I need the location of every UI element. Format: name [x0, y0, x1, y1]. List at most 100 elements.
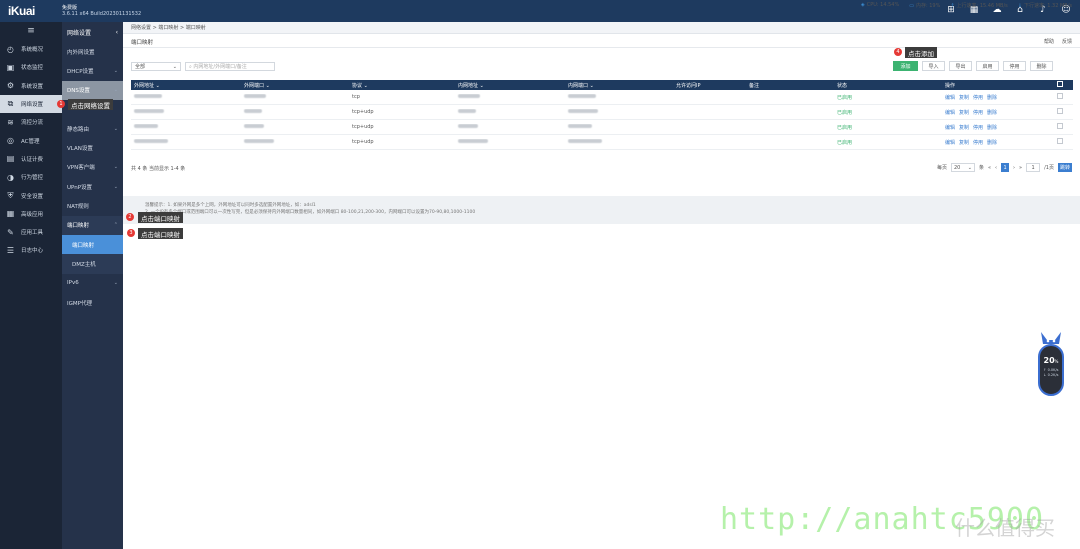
subnav-item-6[interactable]: VPN客户端 ⌄: [62, 158, 123, 177]
sidebar-item-4[interactable]: ≋ 流控分流: [0, 113, 62, 131]
chevron-icon: ⌄: [113, 67, 118, 74]
first-page-icon[interactable]: «: [988, 165, 991, 171]
sidebar-item-1[interactable]: ▣ 状态监控: [0, 58, 62, 76]
row-checkbox[interactable]: [1057, 108, 1063, 114]
sort-chevron-icon: ⌄: [154, 82, 160, 89]
prev-page-icon[interactable]: ‹: [995, 165, 997, 171]
subnav-item-4[interactable]: 静态路由 ⌄: [62, 119, 123, 138]
column-header-0[interactable]: 外网地址 ⌄: [131, 82, 241, 89]
next-page-icon[interactable]: ›: [1013, 165, 1015, 171]
subnav-item-label: 端口映射: [67, 223, 90, 230]
subnav-item-9[interactable]: 端口映射 ⌃: [62, 215, 123, 235]
disable-link[interactable]: 停用: [973, 124, 983, 131]
delete-link[interactable]: 删除: [987, 139, 997, 146]
sidebar-item-11[interactable]: ☰ 日志中心: [0, 241, 62, 259]
shield-icon: ⛨: [7, 190, 14, 200]
menu-collapse-icon[interactable]: ≡: [0, 22, 62, 40]
disable-link[interactable]: 停用: [973, 139, 983, 146]
annotation-callout-3: 点击端口映射: [138, 228, 183, 239]
arrow-down-icon: ↓: [1017, 3, 1022, 9]
delete-link[interactable]: 删除: [987, 124, 997, 131]
table-row[interactable]: tcp+udp 已启用 编辑 复制 停用 删除: [131, 135, 1073, 150]
filter-select[interactable]: 全部 ⌄: [131, 62, 181, 71]
subnav-item-label: VLAN设置: [67, 146, 93, 153]
sidebar-item-3[interactable]: ⧉ 网络设置: [0, 94, 62, 114]
export-button[interactable]: 导出: [949, 61, 972, 71]
table-row[interactable]: tcp 已启用 编辑 复制 停用 删除: [131, 90, 1073, 105]
redacted-cell: [455, 139, 565, 145]
subnav-item-label: 静态路由: [67, 126, 90, 133]
subnav-item-13[interactable]: IGMP代理: [62, 293, 123, 312]
disable-link[interactable]: 停用: [973, 109, 983, 116]
copy-link[interactable]: 复制: [959, 109, 969, 116]
subnav-item-7[interactable]: UPnP设置 ⌄: [62, 177, 123, 196]
column-header-2[interactable]: 协议 ⌄: [349, 82, 455, 89]
redacted-cell: [241, 124, 349, 130]
copy-link[interactable]: 复制: [959, 139, 969, 146]
sidebar-item-10[interactable]: ✎ 应用工具: [0, 223, 62, 241]
per-page-select[interactable]: 20 ⌄: [950, 163, 975, 172]
delete-link[interactable]: 删除: [987, 109, 997, 116]
copy-link[interactable]: 复制: [959, 94, 969, 101]
sidebar-item-7[interactable]: ◑ 行为管控: [0, 168, 62, 186]
sidebar-item-0[interactable]: ◴ 系统概况: [0, 40, 62, 58]
column-header-5[interactable]: 允许访问IP: [673, 82, 746, 89]
subnav-item-11[interactable]: DMZ主机: [62, 254, 123, 274]
last-page-icon[interactable]: »: [1019, 165, 1022, 171]
redacted-cell: [455, 124, 565, 130]
redacted-cell: [565, 124, 673, 130]
import-button[interactable]: 导入: [922, 61, 945, 71]
sidebar-item-label: 系统概况: [21, 47, 44, 54]
search-input[interactable]: ⌕ 内网地址/外网端口/备注: [185, 62, 275, 71]
protocol-cell: tcp: [352, 94, 360, 100]
chevron-left-icon[interactable]: ‹: [116, 29, 118, 36]
log-icon: ☰: [6, 245, 15, 255]
subnav-item-12[interactable]: IPv6 ⌄: [62, 274, 123, 293]
annotation-callout-4: 点击添加: [905, 47, 937, 58]
speed-widget[interactable]: 20% ↑ 0.0K/s ↓ 0.2K/s: [1038, 330, 1064, 396]
sidebar-item-8[interactable]: ⛨ 安全设置: [0, 186, 62, 204]
help-link[interactable]: 帮助: [1044, 38, 1054, 45]
subnav-item-0[interactable]: 内外网设置: [62, 42, 123, 61]
disable-button[interactable]: 停用: [1003, 61, 1026, 71]
column-header-8[interactable]: 操作: [942, 82, 1054, 89]
flow-icon: ≋: [7, 117, 14, 127]
edit-link[interactable]: 编辑: [945, 109, 955, 116]
row-checkbox[interactable]: [1057, 123, 1063, 129]
column-header-7[interactable]: 状态: [834, 82, 942, 89]
subnav-item-5[interactable]: VLAN设置: [62, 138, 123, 157]
feedback-link[interactable]: 反馈: [1062, 38, 1072, 45]
add-button[interactable]: 添加: [893, 61, 918, 71]
sidebar-item-6[interactable]: ▤ 认证计费: [0, 150, 62, 168]
subnav-item-1[interactable]: DHCP设置 ⌄: [62, 61, 123, 80]
column-header-4[interactable]: 内网端口 ⌄: [565, 82, 673, 89]
subnav-item-2[interactable]: DNS设置 ⌄: [62, 80, 123, 100]
column-header-1[interactable]: 外网端口 ⌄: [241, 82, 349, 89]
select-all-checkbox[interactable]: [1057, 81, 1063, 87]
sidebar-item-2[interactable]: ⚙ 系统设置: [0, 77, 62, 95]
annotation-badge-4: 4: [894, 48, 902, 56]
disable-link[interactable]: 停用: [973, 94, 983, 101]
table-row[interactable]: tcp+udp 已启用 编辑 复制 停用 删除: [131, 120, 1073, 135]
edit-link[interactable]: 编辑: [945, 139, 955, 146]
subnav-item-label: 内外网设置: [67, 49, 95, 56]
column-header-6[interactable]: 备注: [746, 82, 834, 89]
current-page[interactable]: 1: [1001, 163, 1010, 172]
edit-link[interactable]: 编辑: [945, 124, 955, 131]
sidebar-item-9[interactable]: ▦ 高级应用: [0, 205, 62, 223]
delete-button[interactable]: 删除: [1030, 61, 1053, 71]
copy-link[interactable]: 复制: [959, 124, 969, 131]
subnav-item-8[interactable]: NAT规则: [62, 196, 123, 215]
subnav-item-10[interactable]: 端口映射: [62, 234, 123, 255]
jump-button[interactable]: 跳转: [1057, 163, 1072, 172]
column-header-3[interactable]: 内网地址 ⌄: [455, 82, 565, 89]
delete-link[interactable]: 删除: [987, 94, 997, 101]
table-row[interactable]: tcp+udp 已启用 编辑 复制 停用 删除: [131, 105, 1073, 120]
page-jump-input[interactable]: 1: [1026, 163, 1041, 172]
enable-button[interactable]: 启用: [976, 61, 999, 71]
row-checkbox[interactable]: [1057, 138, 1063, 144]
sidebar-item-5[interactable]: ◎ AC管理: [0, 131, 62, 149]
ops-cell: 编辑 复制 停用 删除: [942, 124, 1054, 131]
row-checkbox[interactable]: [1057, 93, 1063, 99]
edit-link[interactable]: 编辑: [945, 94, 955, 101]
